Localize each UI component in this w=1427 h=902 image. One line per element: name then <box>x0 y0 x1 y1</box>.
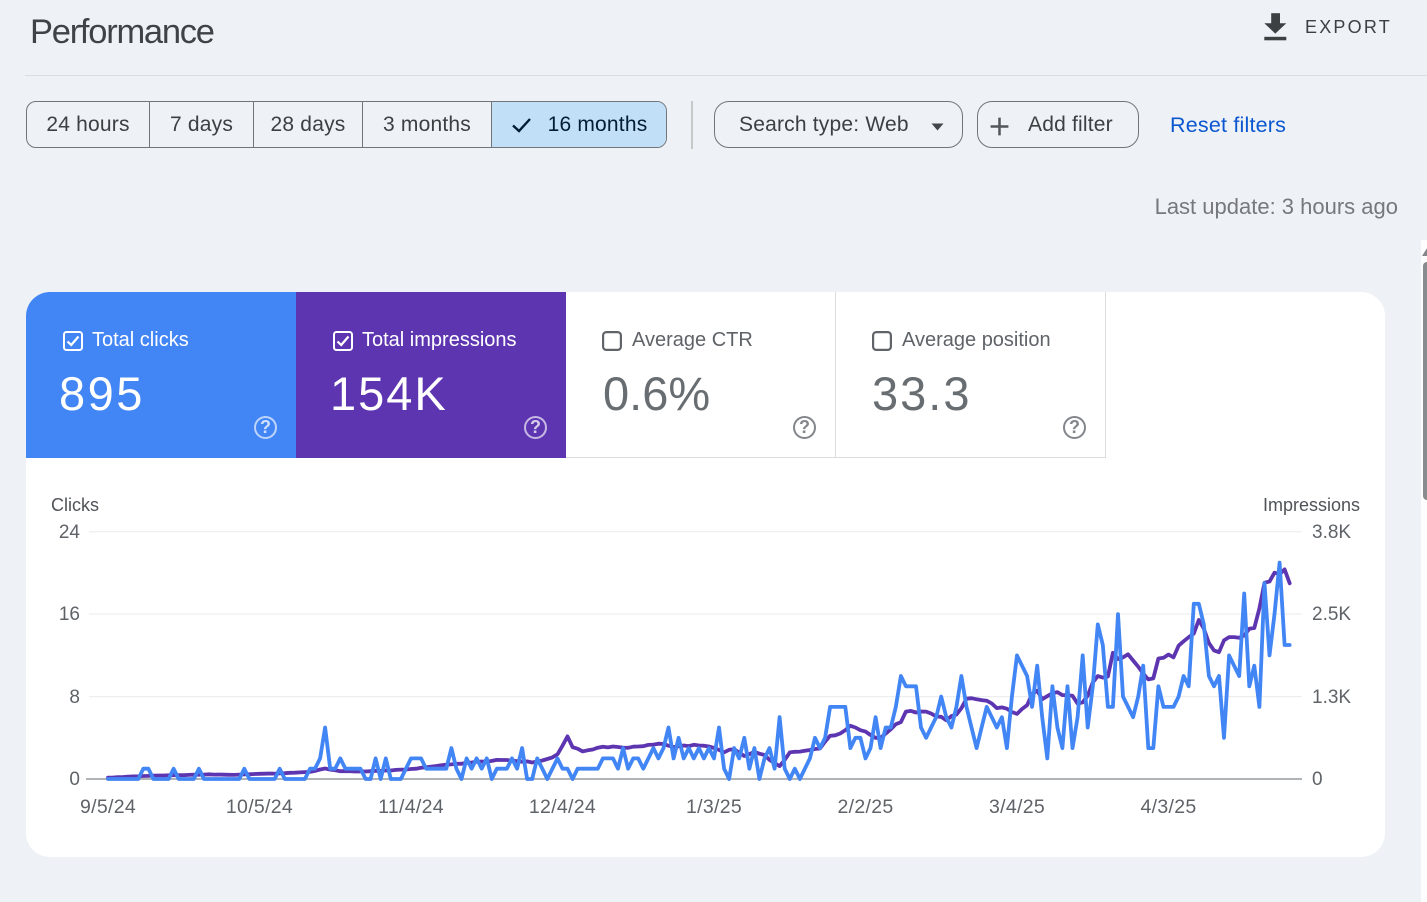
svg-text:9/5/24: 9/5/24 <box>80 796 136 818</box>
svg-text:Impressions: Impressions <box>1263 495 1360 515</box>
svg-text:1.3K: 1.3K <box>1312 687 1351 708</box>
svg-text:12/4/24: 12/4/24 <box>529 796 596 818</box>
svg-text:24: 24 <box>59 522 81 543</box>
svg-text:16: 16 <box>59 604 80 625</box>
svg-text:11/4/24: 11/4/24 <box>378 796 444 818</box>
svg-text:1/3/25: 1/3/25 <box>686 796 742 818</box>
svg-text:2/2/25: 2/2/25 <box>837 796 893 818</box>
svg-text:3.8K: 3.8K <box>1312 522 1351 543</box>
svg-text:Clicks: Clicks <box>51 495 99 515</box>
svg-text:0: 0 <box>1312 769 1323 790</box>
svg-text:8: 8 <box>69 687 80 708</box>
svg-text:3/4/25: 3/4/25 <box>989 796 1045 818</box>
svg-text:0: 0 <box>69 769 80 790</box>
svg-text:4/3/25: 4/3/25 <box>1140 796 1196 818</box>
svg-text:10/5/24: 10/5/24 <box>226 796 293 818</box>
svg-text:2.5K: 2.5K <box>1312 604 1351 625</box>
